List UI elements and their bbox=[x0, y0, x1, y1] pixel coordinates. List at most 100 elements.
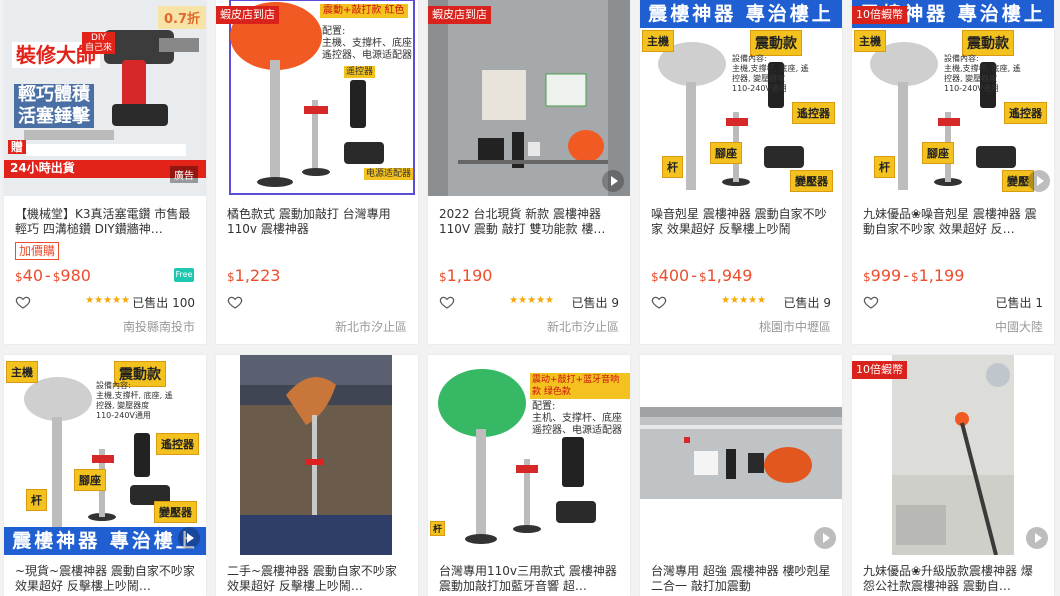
sold-count: 已售出 9 bbox=[783, 296, 831, 310]
product-title[interactable]: 【機械堂】K3真活塞電鑽 市售最輕巧 四溝槌鑽 DIY鑽牆神… bbox=[4, 196, 206, 238]
product-card[interactable]: 蝦皮店到店 震動+敲打款 紅色 配置: 主機、支撐杆、底座 遙控器、电源适配器 … bbox=[216, 0, 418, 344]
product-price: $1,190 bbox=[439, 266, 493, 285]
product-title[interactable]: 台灣專用 超強 震樓神器 樓吵剋星 二合一 敲打加震動 bbox=[640, 555, 842, 595]
adapter-label: 电源适配器 bbox=[364, 168, 414, 180]
play-video-icon[interactable] bbox=[814, 527, 836, 549]
product-card[interactable]: 蝦皮店到店 2022 台北現貨 新款 震樓神器 110V 震動 敲打 雙功能款 … bbox=[428, 0, 630, 344]
addon-label: 加價購 bbox=[15, 242, 60, 260]
product-card[interactable]: 主機 震動款 設備內容: 主機,支撐杆, 底座, 遙 控器, 變壓器度 110-… bbox=[4, 355, 206, 596]
seller-location: 桃園市中壢區 bbox=[758, 320, 831, 334]
product-card[interactable]: 0.7折 裝修大師 DIY 自己來 輕巧體積 活塞錘擊 贈 24小時出貨 廣告 … bbox=[4, 0, 206, 344]
box-header: 震动+敲打+蓝牙音响款 绿色款 bbox=[530, 373, 630, 399]
heart-outline-icon[interactable] bbox=[15, 294, 31, 310]
diy-badge: DIY 自己來 bbox=[82, 32, 116, 54]
heart-outline-icon[interactable] bbox=[651, 294, 667, 310]
heart-outline-icon[interactable] bbox=[439, 294, 455, 310]
image-sub1: 輕巧體積 bbox=[14, 84, 94, 106]
play-video-icon[interactable] bbox=[1026, 527, 1048, 549]
image-banner: 震樓神器 專治樓上 bbox=[640, 0, 842, 28]
box-text: 配置: 主机、支撑杆、底座 遥控器、电源适配器 bbox=[532, 401, 622, 436]
host-label: 主機 bbox=[854, 30, 886, 52]
heart-outline-icon[interactable] bbox=[227, 294, 243, 310]
image-sub2: 活塞錘擊 bbox=[14, 106, 94, 128]
product-image[interactable]: 主機 震動款 設備內容: 主機,支撐杆, 底座, 遙 控器, 變壓器度 110-… bbox=[4, 355, 206, 555]
product-image[interactable] bbox=[216, 355, 418, 555]
product-image[interactable]: 蝦皮店到店 bbox=[428, 0, 630, 196]
spec-text: 設備內容: 主機,支撐杆, 底座, 遙 控器, 變壓器度 110-240V通用 bbox=[944, 54, 1021, 93]
kit-photo bbox=[640, 355, 842, 555]
remote-label: 遙控器 bbox=[156, 433, 199, 455]
product-image[interactable]: 震动+敲打+蓝牙音响款 绿色款 配置: 主机、支撑杆、底座 遥控器、电源适配器 … bbox=[428, 355, 630, 555]
base-label: 腳座 bbox=[922, 142, 954, 164]
remote-label: 遙控器 bbox=[1004, 102, 1047, 124]
sold-count: 已售出 9 bbox=[571, 296, 619, 310]
adapter-label: 變壓器 bbox=[154, 501, 197, 523]
product-title[interactable]: 九妹優品❀噪音剋星 震樓神器 震動自家不吵家 效果超好 反… bbox=[852, 196, 1054, 238]
mode-label: 震動款 bbox=[750, 30, 802, 56]
ad-label: 廣告 bbox=[170, 166, 198, 183]
play-video-icon[interactable] bbox=[1028, 170, 1050, 192]
product-price: $40- $980 bbox=[15, 266, 91, 285]
product-image[interactable]: 震樓神器 專治樓上 10倍蝦幣 主機 震動款 設備內容: 主機,支撐杆, 底座,… bbox=[852, 0, 1054, 196]
product-title[interactable]: ~現貨~震樓神器 震動自家不吵家 效果超好 反擊樓上吵鬧… bbox=[4, 555, 206, 595]
sold-count: 已售出 1 bbox=[995, 296, 1043, 310]
free-shipping-icon: Free bbox=[174, 268, 194, 282]
product-title[interactable]: 橘色款式 震動加敲打 台灣專用110v 震樓神器 bbox=[216, 196, 418, 238]
seller-location: 新北市汐止區 bbox=[546, 320, 619, 334]
product-card[interactable]: 10倍蝦幣 九妹優品❀升級版款震樓神器 爆怨公社款震樓神器 震動自… bbox=[852, 355, 1054, 596]
heart-outline-icon[interactable] bbox=[863, 294, 879, 310]
rod-label: 杆 bbox=[26, 489, 47, 511]
rod-label: 杆 bbox=[874, 156, 895, 178]
product-card[interactable]: 台灣專用 超強 震樓神器 樓吵剋星 二合一 敲打加震動 bbox=[640, 355, 842, 596]
rod-label: 杆 bbox=[662, 156, 683, 178]
product-card[interactable]: 震樓神器 專治樓上 主機 震動款 設備內容: 主機,支撐杆, 底座, 遙 控器,… bbox=[640, 0, 842, 344]
discount-badge: 0.7折 bbox=[157, 6, 206, 29]
base-label: 腳座 bbox=[710, 142, 742, 164]
product-image[interactable]: 蝦皮店到店 震動+敲打款 紅色 配置: 主機、支撐杆、底座 遙控器、电源适配器 … bbox=[216, 0, 418, 196]
shop-pickup-tag: 蝦皮店到店 bbox=[216, 6, 279, 24]
product-image[interactable]: 10倍蝦幣 bbox=[852, 355, 1054, 555]
product-title[interactable]: 九妹優品❀升級版款震樓神器 爆怨公社款震樓神器 震動自… bbox=[852, 555, 1054, 595]
seller-location: 南投縣南投市 bbox=[122, 320, 195, 334]
product-card[interactable]: 震樓神器 專治樓上 10倍蝦幣 主機 震動款 設備內容: 主機,支撐杆, 底座,… bbox=[852, 0, 1054, 344]
play-video-icon[interactable] bbox=[602, 170, 624, 192]
product-title[interactable]: 噪音剋星 震樓神器 震動自家不吵家 效果超好 反擊樓上吵鬧 bbox=[640, 196, 842, 238]
product-image[interactable]: 震樓神器 專治樓上 主機 震動款 設備內容: 主機,支撐杆, 底座, 遙 控器,… bbox=[640, 0, 842, 196]
spec-text: 設備內容: 主機,支撐杆, 底座, 遙 控器, 變壓器度 110-240V通用 bbox=[732, 54, 809, 93]
remote-label: 遥控器 bbox=[344, 66, 376, 78]
coin-reward-tag: 10倍蝦幣 bbox=[852, 361, 907, 379]
product-image[interactable] bbox=[640, 355, 842, 555]
package-photo bbox=[428, 0, 630, 196]
product-grid: 0.7折 裝修大師 DIY 自己來 輕巧體積 活塞錘擊 贈 24小時出貨 廣告 … bbox=[0, 0, 1060, 596]
product-title[interactable]: 二手~震樓神器 震動自家不吵家 效果超好 反擊樓上吵鬧… bbox=[216, 555, 418, 595]
ceiling-photo bbox=[216, 355, 418, 555]
product-title[interactable]: 台灣專用110v三用款式 震樓神器 震動加敲打加藍牙音響 超… bbox=[428, 555, 630, 595]
rod-label: 杆 bbox=[430, 521, 446, 536]
host-label: 主機 bbox=[642, 30, 674, 52]
play-video-icon[interactable] bbox=[178, 527, 200, 549]
product-card[interactable]: 二手~震樓神器 震動自家不吵家 效果超好 反擊樓上吵鬧… bbox=[216, 355, 418, 596]
product-card[interactable]: 震动+敲打+蓝牙音响款 绿色款 配置: 主机、支撑杆、底座 遥控器、电源适配器 … bbox=[428, 355, 630, 596]
remote-label: 遙控器 bbox=[792, 102, 835, 124]
sold-count: 已售出 100 bbox=[132, 296, 195, 310]
seller-location: 新北市汐止區 bbox=[334, 320, 407, 334]
rating-stars: ★★★★★ bbox=[721, 295, 766, 306]
image-banner: 震樓神器 專治樓上 bbox=[4, 527, 206, 555]
coin-reward-tag: 10倍蝦幣 bbox=[852, 6, 907, 24]
bottom-strip-text: 24小時出貨 bbox=[10, 161, 75, 175]
adapter-label: 變壓器 bbox=[790, 170, 833, 192]
product-title[interactable]: 2022 台北現貨 新款 震樓神器 110V 震動 敲打 雙功能款 樓… bbox=[428, 196, 630, 238]
product-price: $999- $1,199 bbox=[863, 266, 965, 285]
gift-label: 贈 bbox=[8, 140, 27, 154]
mode-label: 震動款 bbox=[962, 30, 1014, 56]
ceiling-install-photo bbox=[852, 355, 1054, 555]
rating-stars: ★★★★★ bbox=[509, 295, 554, 306]
seller-location: 中國大陸 bbox=[994, 320, 1043, 334]
rating-stars: ★★★★★ bbox=[85, 295, 130, 306]
box-text: 配置: 主機、支撐杆、底座 遙控器、电源适配器 bbox=[322, 26, 412, 61]
base-label: 腳座 bbox=[74, 469, 106, 491]
shop-pickup-tag: 蝦皮店到店 bbox=[428, 6, 491, 24]
product-image[interactable]: 0.7折 裝修大師 DIY 自己來 輕巧體積 活塞錘擊 贈 24小時出貨 廣告 bbox=[4, 0, 206, 196]
product-price: $400- $1,949 bbox=[651, 266, 753, 285]
spec-text: 設備內容: 主機,支撐杆, 底座, 遙 控器, 變壓器度 110-240V通用 bbox=[96, 381, 173, 420]
